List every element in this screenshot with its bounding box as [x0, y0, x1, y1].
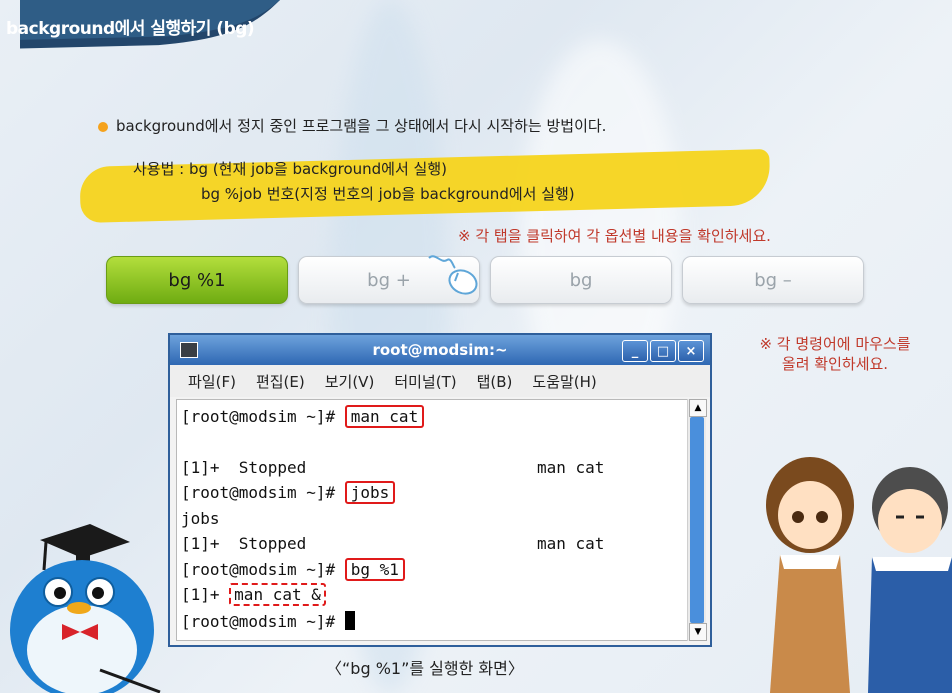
bg-job-prefix: [1]+	[181, 585, 230, 604]
scroll-up-arrow-icon[interactable]: ▲	[689, 399, 707, 417]
menu-tabs[interactable]: 탭(B)	[477, 371, 513, 392]
mouse-icon	[428, 255, 478, 295]
terminal-line: [1]+ Stopped man cat	[181, 458, 604, 480]
tab-bg[interactable]: bg	[490, 256, 672, 304]
tab-label: bg +	[367, 269, 411, 291]
tab-label: bg –	[754, 269, 792, 291]
prompt: [root@modsim ~]#	[181, 483, 345, 502]
command-jobs[interactable]: jobs	[344, 481, 396, 504]
terminal-window: root@modsim:~ _ □ × 파일(F) 편집(E) 보기(V) 터미…	[168, 333, 712, 647]
bg-output: man cat &	[229, 583, 326, 606]
figure-caption: 〈“bg %1”를 실행한 화면〉	[326, 659, 524, 678]
prompt: [root@modsim ~]#	[181, 407, 345, 426]
prompt: [root@modsim ~]#	[181, 560, 345, 579]
usage-line-2: bg %job 번호(지정 번호의 job을 background에서 실행)	[201, 185, 575, 203]
terminal-line: [root@modsim ~]# jobs	[181, 481, 396, 505]
page-title: background에서 실행하기 (bg)	[6, 19, 255, 39]
menu-file[interactable]: 파일(F)	[188, 371, 236, 392]
students-illustration	[766, 457, 952, 693]
minimize-button[interactable]: _	[622, 340, 648, 362]
tabs-hint: ※ 각 탭을 클릭하여 각 옵션별 내용을 확인하세요.	[458, 227, 771, 245]
text-cursor	[344, 611, 355, 630]
close-button[interactable]: ×	[678, 340, 704, 362]
intro-label: background에서 정지 중인 프로그램을 그 상태에서 다시 시작하는 …	[116, 117, 607, 135]
intro-text: background에서 정지 중인 프로그램을 그 상태에서 다시 시작하는 …	[98, 115, 606, 136]
job-status: [1]+ Stopped	[181, 534, 307, 553]
menu-terminal[interactable]: 터미널(T)	[394, 371, 456, 392]
command-man-cat[interactable]: man cat	[344, 405, 425, 428]
scrollbar[interactable]: ▲ ▼	[687, 399, 707, 641]
menu-bar: 파일(F) 편집(E) 보기(V) 터미널(T) 탭(B) 도움말(H)	[170, 365, 710, 397]
job-command: man cat	[537, 534, 605, 553]
prompt: [root@modsim ~]#	[181, 612, 345, 631]
bullet-icon	[98, 121, 108, 132]
commands-hint-line-1: ※ 각 명령어에 마우스를	[759, 335, 911, 353]
job-status: [1]+ Stopped	[181, 458, 307, 477]
terminal-output[interactable]: [root@modsim ~]# man cat [1]+ Stopped man…	[176, 399, 688, 641]
penguin-mascot-illustration	[10, 524, 161, 693]
menu-view[interactable]: 보기(V)	[325, 371, 375, 392]
scroll-thumb[interactable]	[690, 417, 704, 623]
commands-hint: ※ 각 명령어에 마우스를 올려 확인하세요.	[720, 334, 950, 374]
command-bg-1[interactable]: bg %1	[344, 558, 405, 581]
menu-edit[interactable]: 편집(E)	[256, 371, 305, 392]
tab-bg-minus[interactable]: bg –	[682, 256, 864, 304]
terminal-line: [1]+ Stopped man cat	[181, 534, 604, 556]
terminal-line: [root@modsim ~]#	[181, 611, 355, 633]
job-command: man cat	[537, 458, 605, 477]
tab-label: bg	[569, 269, 593, 291]
terminal-line: [1]+ man cat &	[181, 583, 326, 607]
terminal-line: [root@modsim ~]# bg %1	[181, 558, 405, 582]
terminal-line: jobs	[181, 509, 220, 528]
window-titlebar[interactable]: root@modsim:~ _ □ ×	[170, 335, 710, 365]
tab-bg-percent-1[interactable]: bg %1	[106, 256, 288, 304]
scroll-down-arrow-icon[interactable]: ▼	[689, 623, 707, 641]
tab-label: bg %1	[168, 269, 226, 291]
terminal-line: [root@modsim ~]# man cat	[181, 405, 425, 429]
menu-help[interactable]: 도움말(H)	[532, 371, 596, 392]
usage-line-1: 사용법 : bg (현재 job을 background에서 실행)	[133, 160, 447, 178]
commands-hint-line-2: 올려 확인하세요.	[781, 355, 889, 373]
maximize-button[interactable]: □	[650, 340, 676, 362]
